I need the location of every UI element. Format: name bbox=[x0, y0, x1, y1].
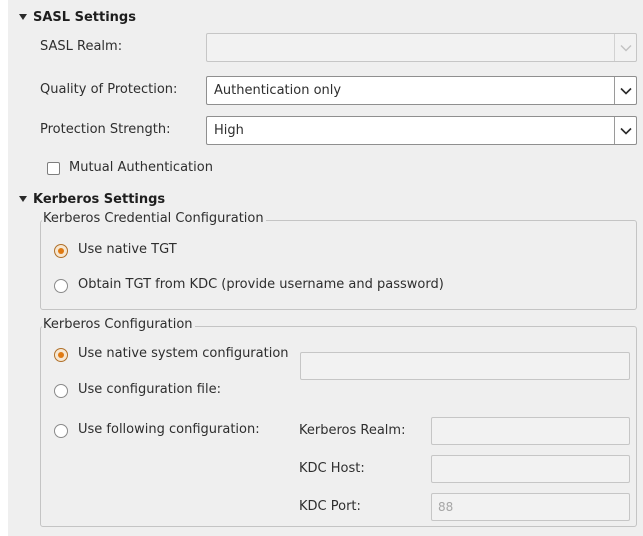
kdc-host-input[interactable] bbox=[431, 455, 630, 483]
kerberos-settings-title: Kerberos Settings bbox=[33, 191, 166, 207]
use-native-system-configuration-label: Use native system configuration bbox=[78, 346, 289, 361]
use-native-system-configuration-radio[interactable] bbox=[54, 348, 68, 362]
mutual-authentication-label: Mutual Authentication bbox=[69, 160, 213, 175]
chevron-down-icon[interactable] bbox=[614, 117, 636, 144]
kerberos-settings-header[interactable]: Kerberos Settings bbox=[19, 190, 165, 208]
use-configuration-file-radio[interactable] bbox=[54, 384, 68, 398]
kdc-port-label: KDC Port: bbox=[299, 499, 361, 514]
kerberos-configuration-group-title: Kerberos Configuration bbox=[42, 317, 195, 332]
kerberos-realm-label: Kerberos Realm: bbox=[299, 423, 406, 438]
quality-of-protection-value: Authentication only bbox=[214, 83, 342, 98]
chevron-down-icon[interactable] bbox=[614, 77, 636, 104]
use-configuration-file-label: Use configuration file: bbox=[78, 382, 221, 397]
use-native-tgt-label: Use native TGT bbox=[78, 242, 177, 257]
protection-strength-combo[interactable]: High bbox=[206, 116, 637, 145]
kerberos-realm-input[interactable] bbox=[431, 417, 630, 445]
obtain-tgt-radio[interactable] bbox=[54, 279, 68, 293]
sasl-realm-label: SASL Realm: bbox=[40, 39, 123, 54]
obtain-tgt-label: Obtain TGT from KDC (provide username an… bbox=[78, 277, 444, 292]
use-following-configuration-radio[interactable] bbox=[54, 424, 68, 438]
configuration-file-input[interactable] bbox=[300, 352, 630, 380]
protection-strength-label: Protection Strength: bbox=[40, 122, 171, 137]
triangle-down-icon bbox=[19, 14, 27, 20]
kdc-host-label: KDC Host: bbox=[299, 461, 365, 476]
sasl-settings-title: SASL Settings bbox=[33, 9, 136, 25]
chevron-down-icon[interactable] bbox=[614, 34, 636, 61]
kdc-port-input[interactable]: 88 bbox=[431, 493, 630, 521]
triangle-down-icon bbox=[19, 196, 27, 202]
mutual-authentication-checkbox[interactable] bbox=[47, 162, 60, 175]
use-native-tgt-radio[interactable] bbox=[54, 244, 68, 258]
quality-of-protection-label: Quality of Protection: bbox=[40, 82, 178, 97]
kerberos-credential-group bbox=[40, 220, 637, 310]
use-following-configuration-label: Use following configuration: bbox=[78, 422, 260, 437]
sasl-settings-header[interactable]: SASL Settings bbox=[19, 8, 136, 26]
sasl-realm-combo[interactable] bbox=[206, 33, 637, 62]
quality-of-protection-combo[interactable]: Authentication only bbox=[206, 76, 637, 105]
kerberos-credential-group-title: Kerberos Credential Configuration bbox=[42, 211, 266, 226]
protection-strength-value: High bbox=[214, 123, 244, 138]
